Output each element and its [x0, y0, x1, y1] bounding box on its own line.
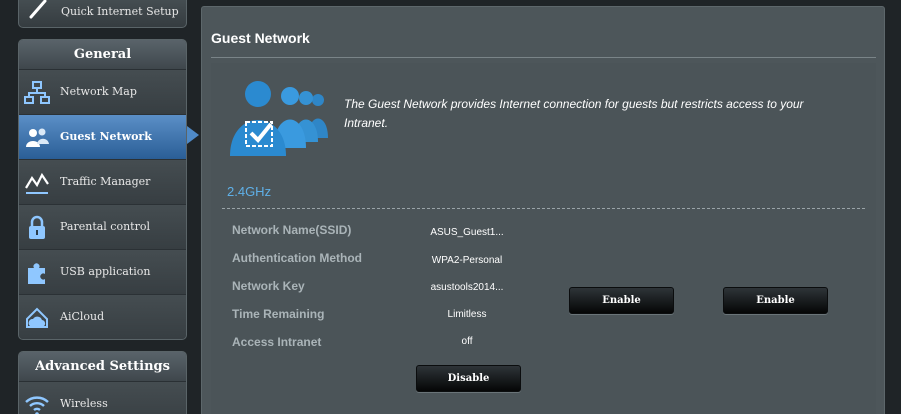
traffic-manager-icon [25, 172, 49, 194]
content-panel: Guest Network [201, 6, 885, 414]
network-map-icon [24, 81, 50, 104]
guest-network-icon [26, 128, 49, 147]
auth-method-label: Authentication Method [232, 251, 362, 265]
guest-group-icon [230, 81, 328, 156]
sidebar-item-label: Network Map [60, 85, 137, 98]
disable-button[interactable]: Disable [416, 365, 521, 392]
time-remaining-value: Limitless [447, 309, 487, 320]
ssid-value: ASUS_Guest1... [430, 227, 504, 238]
sidebar-item-guest-network[interactable]: Guest Network [19, 115, 186, 160]
sidebar-item-network-map[interactable]: Network Map [19, 70, 186, 115]
enable-button-guest-2[interactable]: Enable [569, 287, 674, 314]
advanced-settings-header: Advanced Settings [19, 352, 186, 382]
ssid-label: Network Name(SSID) [232, 223, 352, 237]
band-divider [222, 208, 865, 209]
puzzle-icon [28, 263, 45, 284]
sidebar-item-label: Parental control [60, 220, 150, 233]
wand-icon [29, 0, 47, 19]
quick-setup-label: Quick Internet Setup [61, 5, 179, 18]
sidebar-item-label: Wireless [60, 397, 108, 410]
advanced-settings-menu: Advanced Settings Wireless [18, 351, 187, 414]
general-menu-header: General [19, 40, 186, 70]
page-title: Guest Network [211, 30, 310, 46]
access-intranet-label: Access Intranet [232, 335, 322, 349]
time-remaining-label: Time Remaining [232, 307, 325, 321]
network-key-value: asustools2014... [430, 282, 504, 293]
sidebar-item-wireless[interactable]: Wireless [19, 382, 186, 414]
sidebar-item-parental-control[interactable]: Parental control [19, 205, 186, 250]
sidebar-item-label: Traffic Manager [60, 175, 151, 188]
sidebar-item-label: AiCloud [60, 310, 105, 323]
sidebar-item-label: USB application [60, 265, 151, 278]
lock-icon [29, 215, 45, 239]
quick-internet-setup-button[interactable]: Quick Internet Setup [18, 0, 187, 28]
sidebar-item-usb-application[interactable]: USB application [19, 250, 186, 295]
access-intranet-value: off [461, 336, 473, 347]
sidebar-item-aicloud[interactable]: AiCloud [19, 295, 186, 339]
cloud-icon [26, 307, 48, 328]
title-divider [211, 57, 876, 58]
guest-network-description: The Guest Network provides Internet conn… [344, 97, 804, 130]
general-menu: General Network Map Guest Network Traffi… [18, 39, 187, 340]
sidebar-item-traffic-manager[interactable]: Traffic Manager [19, 160, 186, 205]
network-key-label: Network Key [232, 279, 305, 293]
wifi-icon [25, 396, 49, 414]
active-item-pointer [187, 126, 199, 144]
sidebar-item-label: Guest Network [60, 130, 152, 143]
enable-button-guest-3[interactable]: Enable [723, 287, 828, 314]
auth-method-value: WPA2-Personal [431, 255, 503, 266]
band-label: 2.4GHz [227, 184, 272, 199]
